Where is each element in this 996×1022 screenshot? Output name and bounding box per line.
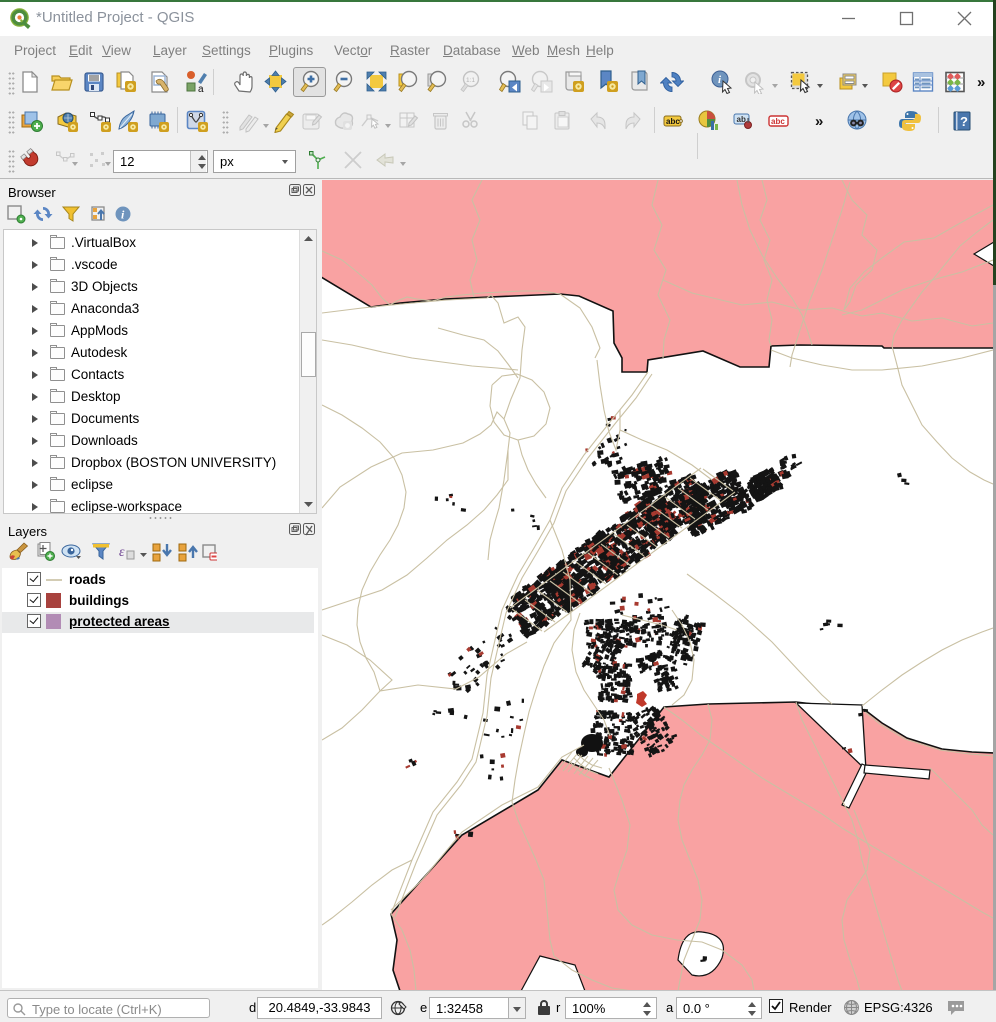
svg-text:a: a <box>198 84 204 94</box>
svg-text:?: ? <box>960 114 968 129</box>
svg-text:1:1: 1:1 <box>466 77 475 84</box>
svg-text:ε: ε <box>119 545 125 560</box>
svg-text:abc: abc <box>666 117 680 126</box>
svg-text:abc: abc <box>771 117 785 126</box>
svg-text:ab: ab <box>737 115 746 124</box>
